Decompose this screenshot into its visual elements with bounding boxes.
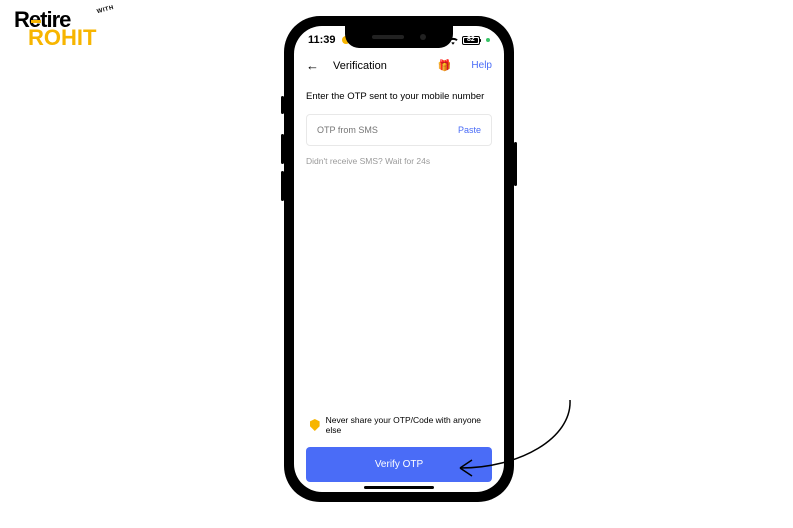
- help-link[interactable]: Help: [471, 60, 492, 71]
- status-time: 11:39: [308, 34, 336, 46]
- battery-icon: 82: [462, 36, 480, 45]
- footer-area: Never share your OTP/Code with anyone el…: [306, 415, 492, 482]
- phone-notch: [345, 26, 453, 48]
- page-title: Verification: [333, 60, 424, 72]
- gift-icon[interactable]: 🎁: [438, 59, 452, 72]
- back-arrow-icon[interactable]: ←: [306, 58, 319, 73]
- phone-screen: 11:39 82 ← Verification 🎁 Help Enter the…: [294, 26, 504, 492]
- phone-side-button: [281, 96, 284, 114]
- speaker-icon: [372, 35, 404, 39]
- phone-mockup-frame: 11:39 82 ← Verification 🎁 Help Enter the…: [284, 16, 514, 502]
- content-area: Enter the OTP sent to your mobile number…: [294, 83, 504, 174]
- brand-logo: Retire ROHIT: [14, 10, 96, 48]
- paste-button[interactable]: Paste: [458, 125, 481, 135]
- verify-otp-button[interactable]: Verify OTP: [306, 447, 492, 482]
- phone-side-button: [281, 134, 284, 164]
- logo-line1: Retire: [14, 10, 96, 30]
- phone-side-button: [514, 142, 517, 186]
- status-recording-icon: [486, 38, 490, 42]
- otp-input-container: Paste: [306, 114, 492, 146]
- shield-icon: [310, 419, 320, 431]
- security-warning-row: Never share your OTP/Code with anyone el…: [306, 415, 492, 435]
- otp-input[interactable]: [317, 125, 458, 135]
- otp-instruction: Enter the OTP sent to your mobile number: [306, 91, 492, 102]
- resend-wait-text: Didn't receive SMS? Wait for 24s: [306, 156, 492, 166]
- camera-icon: [420, 34, 426, 40]
- security-warning-text: Never share your OTP/Code with anyone el…: [326, 415, 492, 435]
- phone-side-button: [281, 171, 284, 201]
- home-indicator[interactable]: [364, 486, 434, 489]
- app-header: ← Verification 🎁 Help: [294, 48, 504, 83]
